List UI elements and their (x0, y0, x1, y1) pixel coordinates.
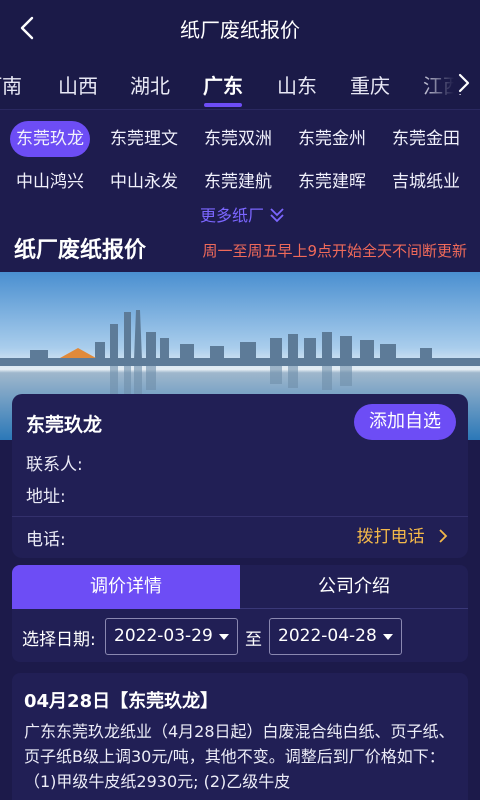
add-favorite-button[interactable]: 添加自选 (354, 404, 456, 440)
more-mills-label: 更多纸厂 (200, 206, 265, 225)
phone-label: 电话: (26, 530, 66, 550)
date-filter-label: 选择日期: (22, 630, 96, 650)
price-update-item[interactable]: 04月28日【东莞玖龙】 广东东莞玖龙纸业（4月28日起）白废混合纯白纸、页子纸… (12, 673, 468, 800)
end-date-value: 2022-04-28 (278, 626, 377, 646)
tab-company-intro[interactable]: 公司介绍 (240, 565, 468, 609)
mill-chip-jicheng[interactable]: 吉城纸业 (392, 164, 460, 200)
update-schedule-note: 周一至周五早上9点开始全天不间断更新 (202, 242, 467, 260)
detail-panel: 调价详情 公司介绍 选择日期: 2022-03-29 至 2022-04-28 (12, 565, 468, 662)
dropdown-caret-icon (383, 634, 393, 640)
contact-label: 联系人: (26, 455, 83, 475)
dropdown-caret-icon (219, 634, 229, 640)
active-tab-indicator (204, 103, 242, 107)
date-range-separator: 至 (245, 630, 262, 650)
mill-chip-dongguan-jintian[interactable]: 东莞金田 (392, 121, 460, 157)
tab-province-shanxi[interactable]: 山西 (58, 70, 98, 99)
start-date-value: 2022-03-29 (114, 626, 213, 646)
more-mills-button[interactable]: 更多纸厂 (200, 202, 285, 226)
chevron-right-icon (439, 529, 448, 543)
mill-chip-zhongshan-hongxing[interactable]: 中山鸿兴 (16, 164, 84, 200)
mill-chip-dongguan-jinzhou[interactable]: 东莞金州 (298, 121, 366, 157)
scroll-right-button[interactable] (454, 72, 474, 94)
section-title: 纸厂废纸报价 (14, 238, 147, 263)
price-update-title: 04月28日【东莞玖龙】 (24, 691, 219, 712)
chevron-right-icon (458, 73, 470, 93)
company-name: 东莞玖龙 (26, 414, 103, 436)
top-bar: 纸厂废纸报价 (0, 0, 480, 56)
dial-phone-button[interactable]: 拨打电话 (357, 522, 450, 547)
tab-province-chongqing[interactable]: 重庆 (350, 70, 390, 99)
tab-price-adjustment[interactable]: 调价详情 (12, 565, 240, 609)
page-title: 纸厂废纸报价 (180, 18, 300, 42)
mill-chip-zhongshan-yongfa[interactable]: 中山永发 (110, 164, 178, 200)
mill-chip-dongguan-jianhui[interactable]: 东莞建晖 (298, 164, 366, 200)
tab-province-guangdong[interactable]: 广东 (203, 70, 243, 99)
price-update-body: 广东东莞玖龙纸业（4月28日起）白废混合纯白纸、页子纸、页子纸B级上调30元/吨… (24, 722, 455, 791)
tab-province-shandong[interactable]: 山东 (277, 70, 317, 99)
card-divider (12, 516, 468, 517)
end-date-select[interactable]: 2022-04-28 (269, 618, 402, 655)
double-chevron-down-icon (270, 208, 284, 223)
address-label: 地址: (26, 487, 66, 507)
mill-chip-dongguan-jianhang[interactable]: 东莞建航 (204, 164, 272, 200)
province-tabs: 河南 山西 湖北 广东 山东 重庆 江西 (0, 56, 480, 110)
tab-province-henan[interactable]: 河南 (0, 70, 22, 99)
company-card: 东莞玖龙 添加自选 联系人: 地址: 电话: 拨打电话 (12, 394, 468, 558)
tab-fade (418, 56, 454, 109)
mill-chip-dongguan-jiulong[interactable]: 东莞玖龙 (10, 121, 90, 157)
dial-phone-label: 拨打电话 (356, 527, 425, 547)
mill-chip-dongguan-shuangzhou[interactable]: 东莞双洲 (204, 121, 272, 157)
start-date-select[interactable]: 2022-03-29 (105, 618, 238, 655)
tab-province-hubei[interactable]: 湖北 (130, 70, 170, 99)
mill-chip-dongguan-liwen[interactable]: 东莞理文 (110, 121, 178, 157)
